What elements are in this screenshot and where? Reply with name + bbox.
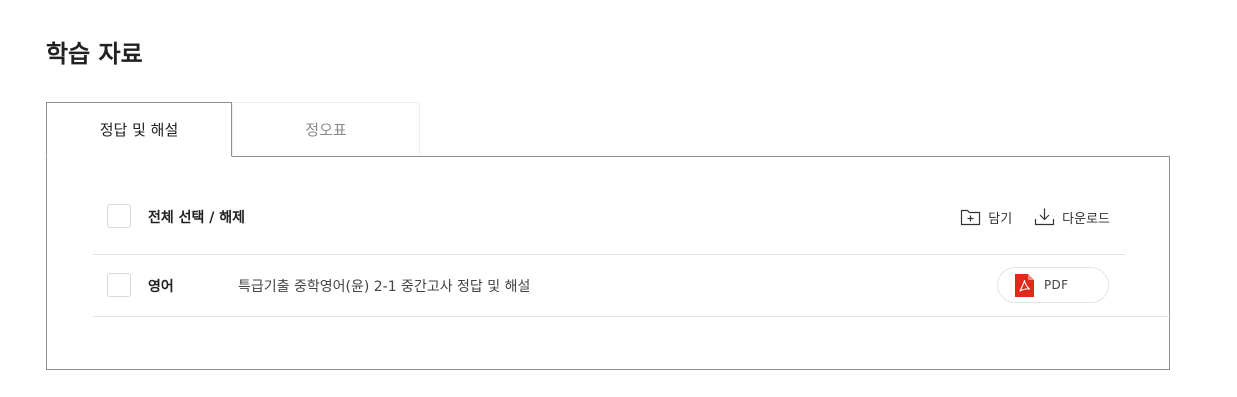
select-all-checkbox[interactable] (107, 204, 131, 228)
item-title: 특급기출 중학영어(윤) 2-1 중간고사 정답 및 해설 (238, 279, 531, 295)
list-item: 영어 특급기출 중학영어(윤) 2-1 중간고사 정답 및 해설 PDF (93, 255, 1171, 317)
tab-label: 정오표 (305, 121, 347, 139)
tab-answers-explanations[interactable]: 정답 및 해설 (46, 102, 232, 157)
pdf-download-button[interactable]: PDF (997, 267, 1109, 303)
page-title: 학습 자료 (46, 40, 143, 68)
download-button[interactable]: 다운로드 (1034, 207, 1110, 227)
tab-label: 정답 및 해설 (99, 121, 179, 139)
item-subject: 영어 (148, 279, 174, 295)
learning-materials-page: 학습 자료 정답 및 해설 정오표 전체 선택 / 해제 담기 다운로드 영어 … (0, 0, 1237, 397)
folder-add-icon (961, 209, 981, 226)
row-actions: 담기 다운로드 (960, 207, 1110, 227)
tab-errata[interactable]: 정오표 (232, 102, 420, 156)
tab-bar: 정답 및 해설 정오표 (46, 102, 420, 157)
pdf-icon (1015, 273, 1034, 297)
select-all-row: 전체 선택 / 해제 담기 다운로드 (93, 192, 1125, 255)
save-label: 담기 (988, 211, 1013, 227)
save-button[interactable]: 담기 (960, 208, 1012, 227)
materials-panel: 전체 선택 / 해제 담기 다운로드 영어 특급기출 중학영어(윤) 2-1 중… (46, 156, 1171, 370)
pdf-label: PDF (1044, 278, 1069, 292)
download-label: 다운로드 (1062, 211, 1110, 227)
select-all-label: 전체 선택 / 해제 (148, 210, 246, 226)
item-checkbox[interactable] (107, 273, 131, 297)
download-icon (1035, 208, 1055, 226)
